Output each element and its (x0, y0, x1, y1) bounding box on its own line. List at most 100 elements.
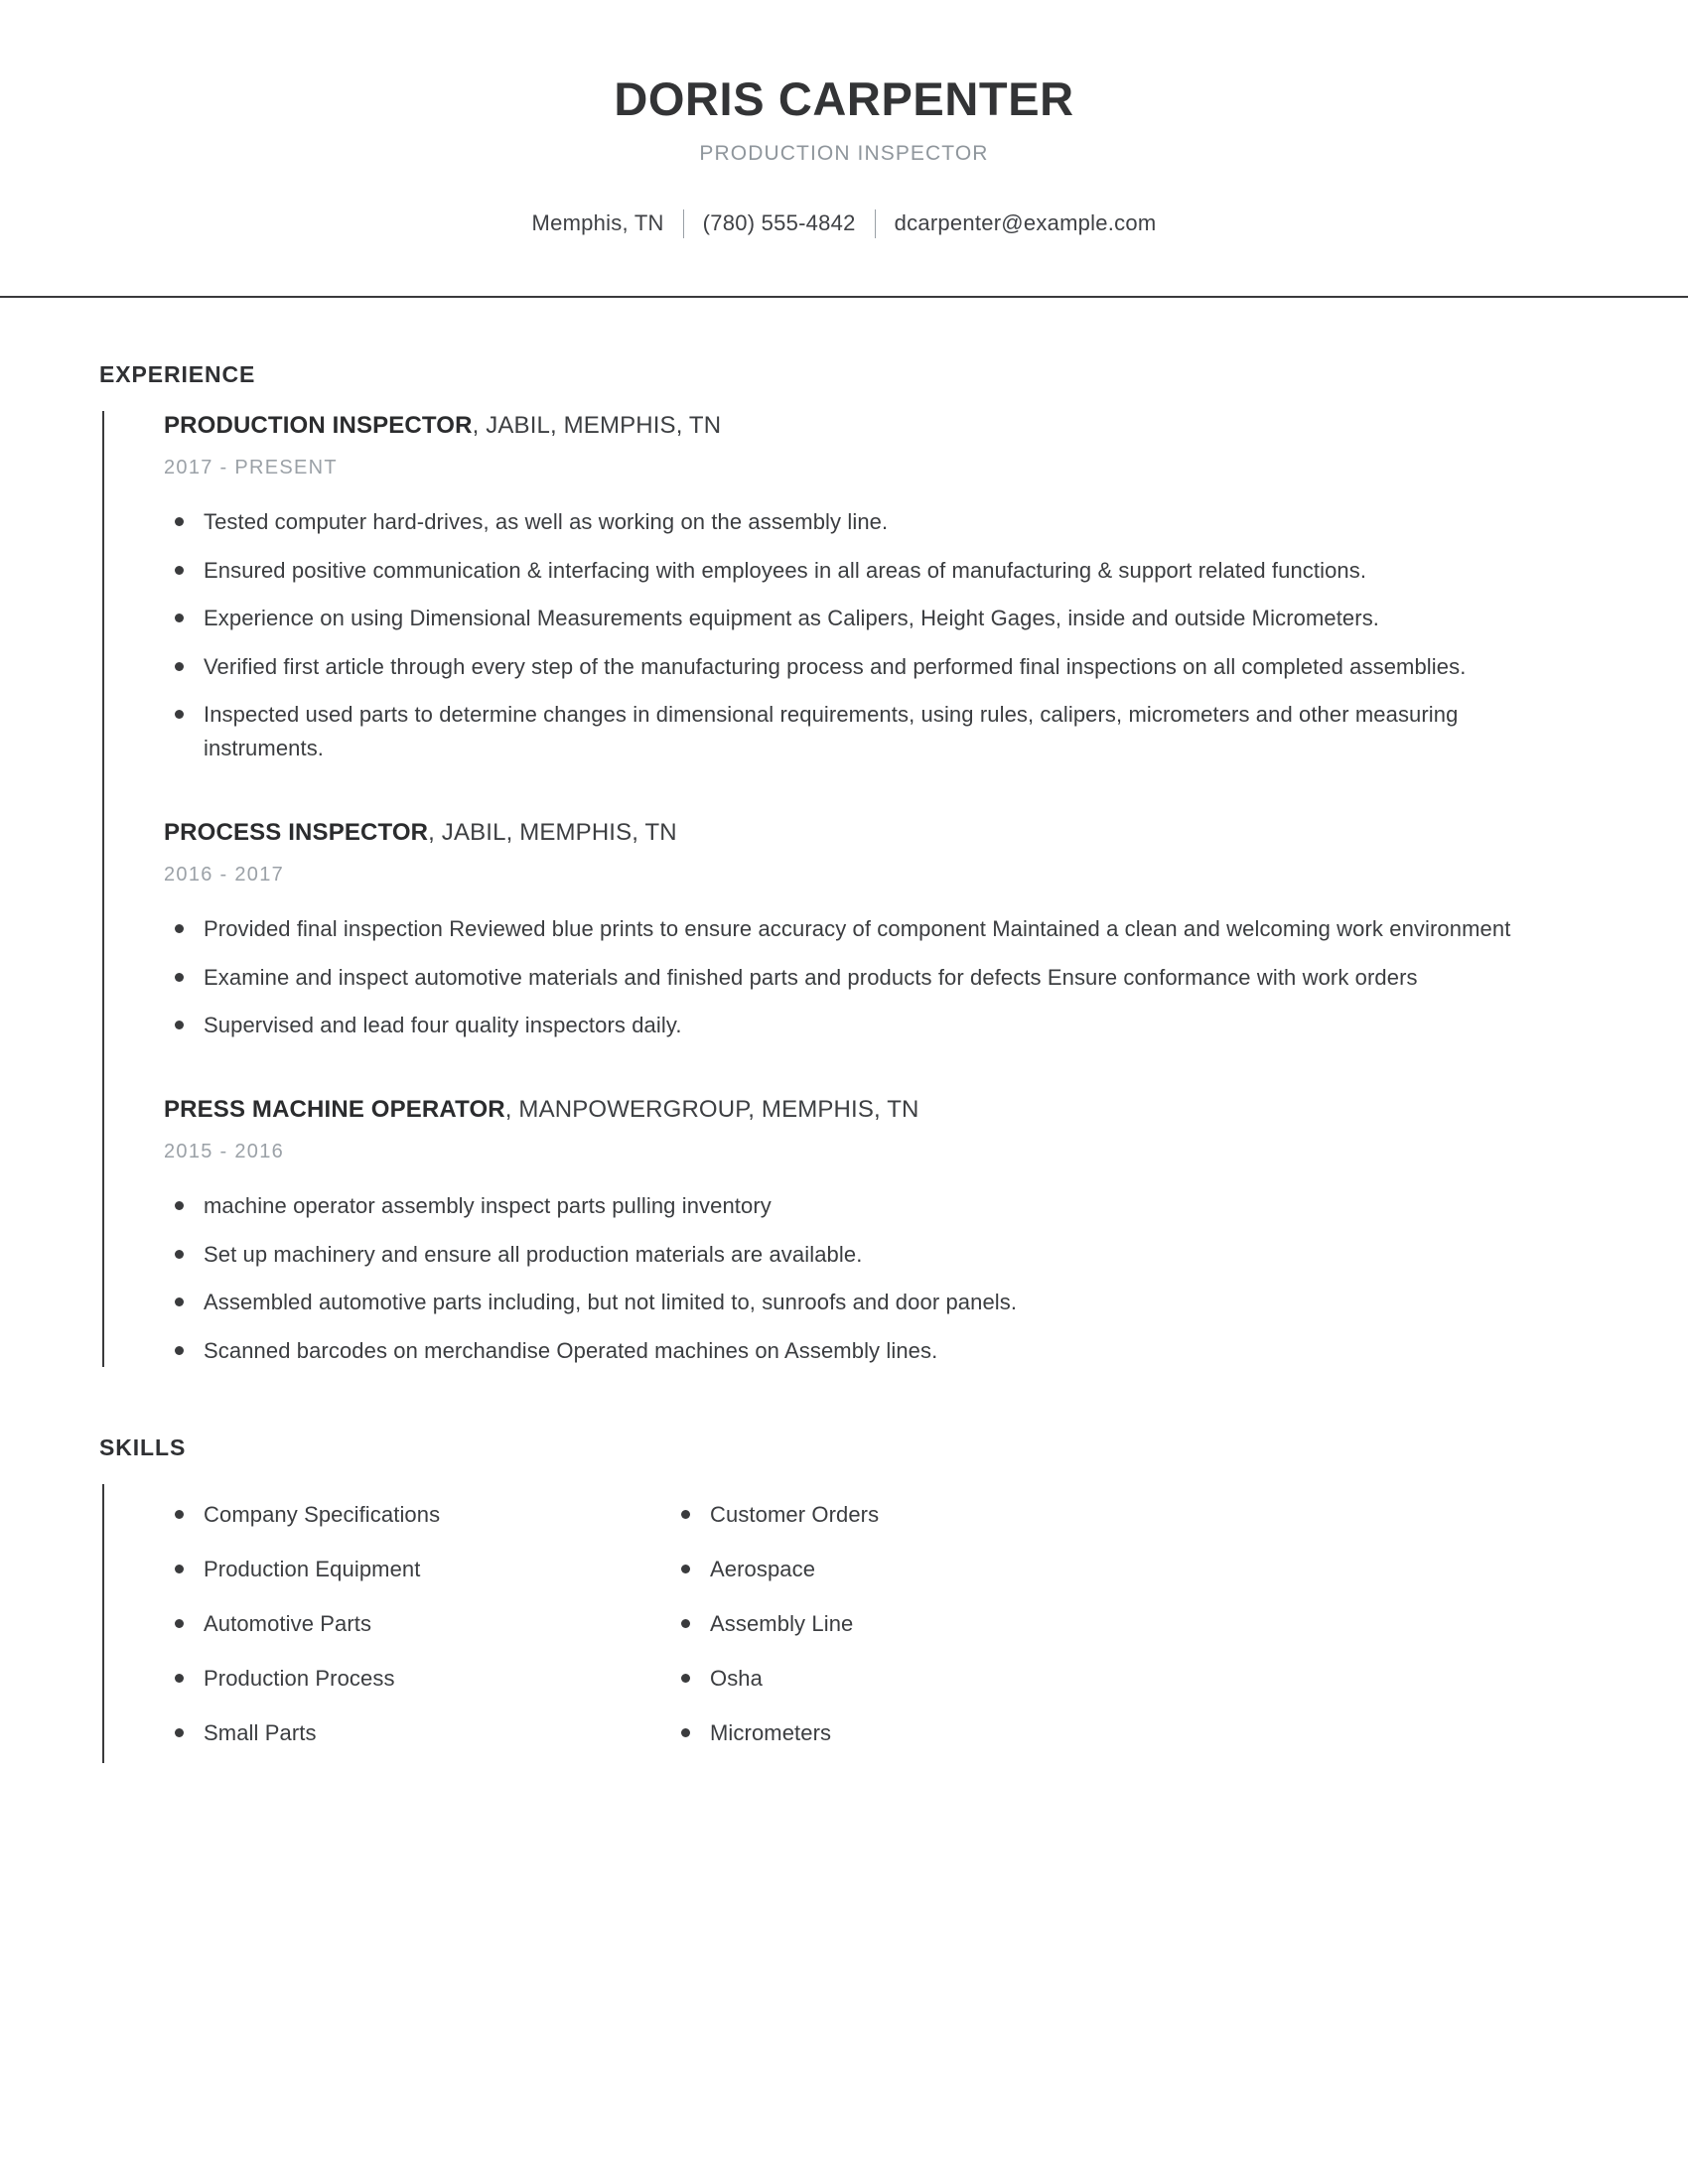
experience-section: EXPERIENCE PRODUCTION INSPECTOR, JABIL, … (0, 361, 1688, 1368)
job-bullet-text: Verified first article through every ste… (204, 653, 1467, 679)
job-company-location: , MANPOWERGROUP, MEMPHIS, TN (504, 1096, 919, 1124)
bullet-dot-icon (175, 972, 184, 982)
job-bullet-text: Set up machinery and ensure all producti… (204, 1241, 863, 1267)
bullet-dot-icon (175, 1020, 184, 1029)
skill-item: Automotive Parts (164, 1607, 670, 1640)
header-divider (0, 296, 1688, 299)
job-bullet-text: Assembled automotive parts including, bu… (204, 1290, 1018, 1315)
contact-phone[interactable]: (780) 555-4842 (703, 210, 856, 236)
resume-header: DORIS CARPENTER PRODUCTION INSPECTOR Mem… (0, 0, 1688, 239)
experience-section-title: EXPERIENCE (99, 361, 256, 388)
bullet-dot-icon (175, 710, 184, 720)
job-bullet-item: Ensured positive communication & interfa… (164, 554, 1499, 587)
job-bullet-text: Inspected used parts to determine change… (204, 702, 1459, 760)
job-bullet-list: Provided final inspection Reviewed blue … (164, 912, 1688, 1041)
bullet-dot-icon (175, 1510, 184, 1520)
bullet-dot-icon (681, 1565, 690, 1574)
contact-email[interactable]: dcarpenter@example.com (895, 210, 1157, 236)
job-bullet-item: Inspected used parts to determine change… (164, 698, 1499, 764)
experience-section-body: PRODUCTION INSPECTOR, JABIL, MEMPHIS, TN… (0, 411, 1688, 1368)
resume-page: DORIS CARPENTER PRODUCTION INSPECTOR Mem… (0, 0, 1688, 2184)
skill-item: Aerospace (670, 1553, 1688, 1585)
skill-label: Small Parts (204, 1720, 317, 1746)
skill-item: Small Parts (164, 1716, 670, 1749)
bullet-dot-icon (681, 1619, 690, 1629)
experience-job: PROCESS INSPECTOR, JABIL, MEMPHIS, TN 201… (164, 818, 1688, 1041)
skills-section-body: Company Specifications Production Equipme… (0, 1484, 1688, 1764)
skill-item: Production Process (164, 1662, 670, 1695)
experience-job: PRODUCTION INSPECTOR, JABIL, MEMPHIS, TN… (164, 411, 1688, 764)
skill-label: Automotive Parts (204, 1611, 372, 1637)
experience-job: PRESS MACHINE OPERATOR, MANPOWERGROUP, M… (164, 1095, 1688, 1367)
candidate-job-title: PRODUCTION INSPECTOR (699, 142, 989, 166)
bullet-dot-icon (175, 1201, 184, 1211)
job-bullet-item: Scanned barcodes on merchandise Operated… (164, 1334, 1529, 1367)
skill-label: Osha (710, 1666, 763, 1692)
job-bullet-item: Assembled automotive parts including, bu… (164, 1286, 1529, 1318)
job-bullet-text: machine operator assembly inspect parts … (204, 1193, 772, 1219)
skills-column-left: Company Specifications Production Equipme… (164, 1498, 670, 1749)
job-dates: 2016 - 2017 (164, 864, 285, 887)
job-bullet-item: Tested computer hard-drives, as well as … (164, 505, 1499, 538)
bullet-dot-icon (175, 1674, 184, 1684)
skills-section-title: SKILLS (99, 1434, 187, 1461)
skill-label: Assembly Line (710, 1611, 854, 1637)
bullet-dot-icon (175, 661, 184, 671)
job-bullet-text: Tested computer hard-drives, as well as … (204, 509, 889, 535)
skills-accent-bar (102, 1484, 104, 1764)
bullet-dot-icon (175, 1728, 184, 1738)
skill-label: Micrometers (710, 1720, 832, 1746)
job-bullet-item: Set up machinery and ensure all producti… (164, 1238, 1529, 1271)
job-bullet-text: Experience on using Dimensional Measurem… (204, 606, 1380, 631)
skills-column-right: Customer Orders Aerospace Assembly Line Osh… (670, 1498, 1688, 1749)
job-dates: 2015 - 2016 (164, 1141, 285, 1163)
job-dates: 2017 - PRESENT (164, 457, 338, 479)
job-bullet-item: Supervised and lead four quality inspect… (164, 1009, 1529, 1041)
candidate-name: DORIS CARPENTER (614, 72, 1074, 125)
job-bullet-text: Ensured positive communication & interfa… (204, 557, 1367, 583)
bullet-dot-icon (681, 1728, 690, 1738)
bullet-dot-icon (175, 1249, 184, 1259)
skill-item: Osha (670, 1662, 1688, 1695)
job-bullet-item: Provided final inspection Reviewed blue … (164, 912, 1529, 945)
experience-jobs-list: PRODUCTION INSPECTOR, JABIL, MEMPHIS, TN… (99, 411, 1688, 1367)
contact-line: Memphis, TN (780) 555-4842 dcarpenter@ex… (0, 208, 1688, 239)
job-heading: PRESS MACHINE OPERATOR, MANPOWERGROUP, M… (164, 1095, 1688, 1125)
contact-separator-icon (682, 209, 684, 239)
skill-item: Customer Orders (670, 1498, 1688, 1531)
job-heading: PROCESS INSPECTOR, JABIL, MEMPHIS, TN (164, 818, 1688, 848)
job-bullet-text: Examine and inspect automotive materials… (204, 964, 1418, 990)
job-bullet-text: Scanned barcodes on merchandise Operated… (204, 1337, 938, 1363)
job-bullet-list: Tested computer hard-drives, as well as … (164, 505, 1688, 764)
job-bullet-item: Experience on using Dimensional Measurem… (164, 602, 1499, 634)
resume-body: EXPERIENCE PRODUCTION INSPECTOR, JABIL, … (0, 361, 1688, 1764)
job-bullet-text: Provided final inspection Reviewed blue … (204, 916, 1511, 942)
job-bullet-item: Examine and inspect automotive materials… (164, 961, 1529, 994)
bullet-dot-icon (175, 1619, 184, 1629)
bullet-dot-icon (175, 565, 184, 575)
job-company-location: , JABIL, MEMPHIS, TN (428, 819, 677, 847)
bullet-dot-icon (175, 924, 184, 934)
skill-label: Company Specifications (204, 1502, 441, 1528)
job-title: PROCESS INSPECTOR (164, 819, 429, 847)
bullet-dot-icon (175, 1565, 184, 1574)
skill-item: Company Specifications (164, 1498, 670, 1531)
skills-grid: Company Specifications Production Equipme… (164, 1498, 1688, 1749)
job-title: PRODUCTION INSPECTOR (164, 412, 473, 440)
job-bullet-text: Supervised and lead four quality inspect… (204, 1012, 682, 1037)
skill-label: Customer Orders (710, 1502, 880, 1528)
experience-accent-bar (102, 411, 104, 1368)
job-heading: PRODUCTION INSPECTOR, JABIL, MEMPHIS, TN (164, 411, 1688, 441)
job-bullet-list: machine operator assembly inspect parts … (164, 1189, 1688, 1367)
skill-item: Production Equipment (164, 1553, 670, 1585)
skill-label: Production Equipment (204, 1557, 421, 1582)
skill-item: Micrometers (670, 1716, 1688, 1749)
job-bullet-item: machine operator assembly inspect parts … (164, 1189, 1529, 1222)
contact-location: Memphis, TN (531, 209, 664, 235)
job-title: PRESS MACHINE OPERATOR (164, 1096, 505, 1124)
bullet-dot-icon (681, 1510, 690, 1520)
contact-separator-icon (874, 209, 876, 239)
job-company-location: , JABIL, MEMPHIS, TN (472, 412, 722, 440)
skill-item: Assembly Line (670, 1607, 1688, 1640)
job-bullet-item: Verified first article through every ste… (164, 650, 1499, 683)
